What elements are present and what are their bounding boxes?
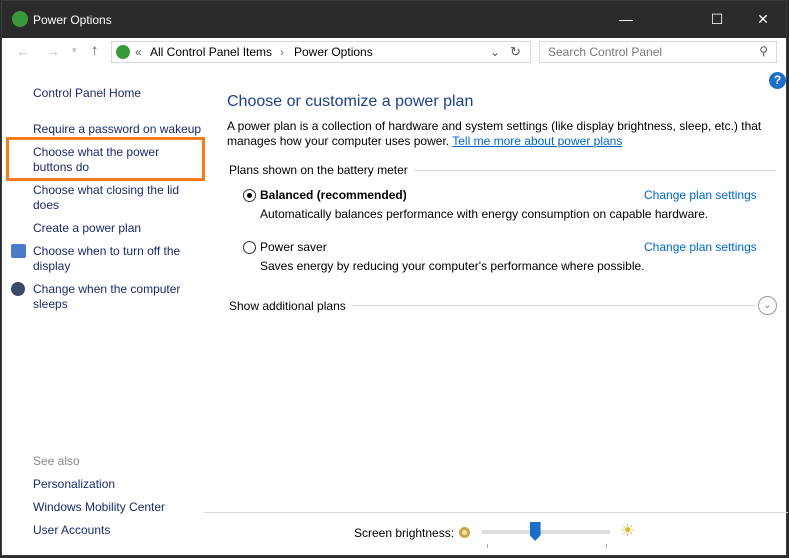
bright-icon: ☀ <box>620 521 636 540</box>
breadcrumb-all-items[interactable]: All Control Panel Items <box>150 45 272 59</box>
up-button[interactable]: ↑ <box>91 42 99 59</box>
search-placeholder: Search Control Panel <box>548 45 663 59</box>
power-options-icon <box>116 45 130 59</box>
see-also-label: See also <box>33 454 80 468</box>
balanced-radio[interactable] <box>243 189 256 202</box>
help-icon[interactable]: ? <box>769 72 786 89</box>
maximize-button[interactable]: ☐ <box>694 1 740 38</box>
personalization-link[interactable]: Personalization <box>33 477 115 491</box>
breadcrumb-power-options[interactable]: Power Options <box>294 45 373 59</box>
chevron-down-icon[interactable]: ⌄ <box>490 45 500 59</box>
power-buttons-link[interactable]: Choose what the power buttons do <box>33 145 173 175</box>
control-panel-home-link[interactable]: Control Panel Home <box>33 86 141 100</box>
tick <box>606 544 607 548</box>
title-bar: Power Options — ☐ ✕ <box>2 1 786 38</box>
search-icon[interactable]: ⚲ <box>759 44 768 58</box>
window-title: Power Options <box>33 13 112 27</box>
display-icon <box>11 244 26 258</box>
mobility-center-link[interactable]: Windows Mobility Center <box>33 500 165 514</box>
balanced-plan-name[interactable]: Balanced (recommended) <box>260 188 407 202</box>
create-plan-link[interactable]: Create a power plan <box>33 221 141 235</box>
expand-chevron-icon[interactable]: ⌄ <box>758 296 777 315</box>
search-input[interactable]: Search Control Panel ⚲ <box>539 41 777 63</box>
recent-dropdown[interactable]: ▾ <box>72 45 77 56</box>
power-saver-change-settings-link[interactable]: Change plan settings <box>644 240 757 254</box>
tick <box>487 544 488 548</box>
balanced-plan-desc: Automatically balances performance with … <box>260 207 709 221</box>
turn-off-display-link[interactable]: Choose when to turn off the display <box>33 244 198 274</box>
power-saver-radio[interactable] <box>243 241 256 254</box>
power-saver-plan-name[interactable]: Power saver <box>260 240 327 254</box>
closing-lid-link[interactable]: Choose what closing the lid does <box>33 183 193 213</box>
brightness-slider[interactable] <box>482 530 610 534</box>
user-accounts-link[interactable]: User Accounts <box>33 523 110 537</box>
close-button[interactable]: ✕ <box>740 1 786 38</box>
section-heading: Plans shown on the battery meter <box>229 163 408 177</box>
breadcrumb-overflow[interactable]: « <box>135 45 142 59</box>
require-password-link[interactable]: Require a password on wakeup <box>33 122 201 136</box>
power-saver-plan-desc: Saves energy by reducing your computer's… <box>260 259 645 273</box>
computer-sleeps-link[interactable]: Change when the computer sleeps <box>33 282 198 312</box>
brightness-slider-thumb[interactable] <box>529 522 541 541</box>
page-title: Choose or customize a power plan <box>227 93 474 110</box>
power-options-window: Power Options — ☐ ✕ ← → ▾ ↑ « All Contro… <box>1 0 788 556</box>
minimize-button[interactable]: — <box>603 1 649 38</box>
power-options-icon <box>12 11 28 27</box>
address-bar[interactable]: « All Control Panel Items › Power Option… <box>111 41 531 63</box>
description: A power plan is a collection of hardware… <box>227 119 767 149</box>
balanced-change-settings-link[interactable]: Change plan settings <box>644 188 757 202</box>
back-button[interactable]: ← <box>16 43 30 59</box>
refresh-icon[interactable]: ↻ <box>510 44 521 60</box>
breadcrumb-separator-icon: › <box>280 45 284 59</box>
sleep-icon <box>11 282 25 296</box>
learn-more-link[interactable]: Tell me more about power plans <box>452 134 622 148</box>
forward-button[interactable]: → <box>46 43 60 59</box>
show-additional-plans[interactable]: Show additional plans <box>229 299 346 313</box>
dim-icon <box>459 527 470 538</box>
brightness-label: Screen brightness: <box>354 526 455 540</box>
